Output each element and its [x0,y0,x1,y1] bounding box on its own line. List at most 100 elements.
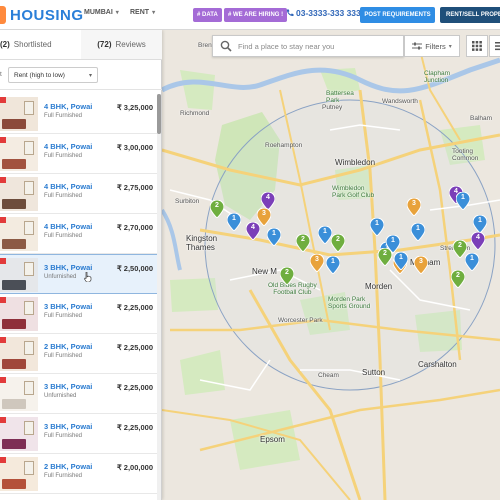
listing-thumbnail[interactable] [0,137,38,171]
scrollbar-thumb[interactable] [157,94,161,134]
listing-thumbnail[interactable] [0,258,38,292]
listing-title[interactable]: 2 BHK, Powai [44,342,92,351]
map-pin[interactable]: 3 [406,197,422,217]
listing-furnishing: Unfurnished [44,274,77,280]
data-badge-link[interactable]: # DATA [193,8,222,22]
map-pin[interactable]: 1 [393,251,409,271]
listing-title[interactable]: 4 BHK, Powai [44,222,92,231]
pin-count: 4 [266,194,270,201]
nav-rent-label: RENT [130,9,150,16]
logo-mark-icon [0,6,6,24]
map-pin[interactable]: 2 [279,266,295,286]
listing-thumbnail[interactable] [0,97,38,131]
map-pin[interactable]: 4 [470,231,486,251]
listing-row[interactable]: 4 BHK, Powai Full Furnished ₹ 3,25,000 [0,94,157,134]
map-pin[interactable]: 2 [450,269,466,289]
nav-rent-dropdown[interactable]: RENT ▾ [130,9,155,16]
pin-count: 1 [375,220,379,227]
map-pin[interactable]: 3 [413,255,429,275]
map-pin[interactable]: 4 [245,221,261,241]
listing-title[interactable]: 3 BHK, Powai [44,382,92,391]
listing-title[interactable]: 3 BHK, Powai [44,422,92,431]
pin-count: 3 [315,256,319,263]
pin-count: 2 [383,250,387,257]
listing-row[interactable]: 4 BHK, Powai Full Furnished ₹ 3,00,000 [0,134,157,174]
listing-title[interactable]: 4 BHK, Powai [44,102,92,111]
map-label-new-malden: New M [252,267,277,276]
map-pin[interactable]: 1 [266,227,282,247]
nav-city-label: MUMBAI [84,9,113,16]
map-pin[interactable]: 1 [325,255,341,275]
listing-title[interactable]: 2 BHK, Powai [44,462,92,471]
listing-tag-icon [0,258,6,264]
listing-tag-icon [0,297,6,303]
shortlisted-label: Shortlisted [13,40,52,49]
search-input[interactable]: Find a place to stay near you [238,42,334,51]
listing-tag-icon [0,377,6,383]
listing-title[interactable]: 4 BHK, Powai [44,182,92,191]
location-search-bar[interactable]: Find a place to stay near you [212,35,404,57]
listing-thumbnail[interactable] [0,177,38,211]
listing-row[interactable]: 3 BHK, Powai Full Furnished ₹ 2,25,000 [0,294,157,334]
map-pin[interactable]: 2 [377,247,393,267]
listing-row[interactable]: 2 BHK, Powai Full Furnished ₹ 2,00,000 [0,454,157,494]
tab-shortlisted[interactable]: (2) Shortlisted [0,30,81,59]
listing-title[interactable]: 3 BHK, Powai [44,263,92,272]
pin-count: 2 [301,236,305,243]
list-view-button[interactable] [489,35,500,57]
listing-tag-icon [0,177,6,183]
listing-thumbnail[interactable] [0,217,38,251]
filters-button[interactable]: Filters ▾ [404,35,460,57]
grid-view-button[interactable] [466,35,488,57]
listing-row[interactable]: 4 BHK, Powai Full Furnished ₹ 2,75,000 [0,174,157,214]
tab-reviews[interactable]: (72) Reviews [81,30,162,59]
listing-row[interactable]: 3 BHK, Powai Full Furnished ₹ 2,25,000 [0,414,157,454]
map-pin[interactable]: 3 [309,253,325,273]
map-label-morden: Morden [365,282,393,291]
pin-count: 2 [215,202,219,209]
listing-title[interactable]: 3 BHK, Powai [44,302,92,311]
listing-row[interactable]: 4 BHK, Powai Full Furnished ₹ 2,70,000 [0,214,157,254]
phone-number[interactable]: 03-3333-333 333 [286,8,361,18]
map-pin[interactable]: 1 [455,191,471,211]
listing-thumbnail[interactable] [0,417,38,451]
map-pin[interactable]: 1 [369,217,385,237]
map-pin[interactable]: 1 [226,212,242,232]
map-pin[interactable]: 2 [330,233,346,253]
pin-count: 4 [476,234,480,241]
map-label-balham: Balham [470,115,493,122]
post-requirements-button[interactable]: POST REQUIREMENTS [360,7,435,23]
listing-row[interactable]: 3 BHK, Powai Unfurnished ₹ 2,50,000 [0,254,157,294]
sort-dropdown[interactable]: Rent (high to low) ▾ [8,67,98,83]
pin-count: 1 [461,194,465,201]
map-pin[interactable]: 1 [410,222,426,242]
listing-price: ₹ 2,70,000 [116,223,153,232]
map-label-morden-park: Morden Park Sports Ground [328,296,371,310]
list-scrollbar[interactable] [157,94,161,500]
listing-furnishing: Full Furnished [44,353,83,359]
listing-tag-icon [0,137,6,143]
listing-row[interactable]: 2 BHK, Powai Full Furnished ₹ 2,25,000 [0,334,157,374]
map-label-kingston: Kingston Thames [186,234,218,252]
map-pin[interactable]: 2 [209,199,225,219]
listing-thumbnail[interactable] [0,337,38,371]
listing-thumbnail[interactable] [0,377,38,411]
map-pin[interactable]: 1 [317,225,333,245]
listing-title[interactable]: 4 BHK, Powai [44,142,92,151]
listing-thumbnail[interactable] [0,457,38,491]
map-pin[interactable]: 1 [472,214,488,234]
rent-sell-property-button[interactable]: RENT/SELL PROPER [440,7,500,23]
map-label-roehampton: Roehampton [265,142,303,149]
listing-price: ₹ 2,25,000 [116,303,153,312]
listing-price: ₹ 2,75,000 [116,183,153,192]
map-pin[interactable]: 1 [464,252,480,272]
listing-row[interactable]: 3 BHK, Powai Unfurnished ₹ 2,25,000 [0,374,157,414]
listing-price: ₹ 3,25,000 [116,103,153,112]
listing-thumbnail[interactable] [0,297,38,331]
nav-city-dropdown[interactable]: MUMBAI ▾ [84,9,119,16]
map-pin[interactable]: 2 [295,233,311,253]
listing-price: ₹ 2,25,000 [116,343,153,352]
listing-tag-icon [0,337,6,343]
hiring-badge-link[interactable]: # WE ARE HIRING ! [224,8,288,22]
housing-logo[interactable]: HOUSING [0,5,84,25]
